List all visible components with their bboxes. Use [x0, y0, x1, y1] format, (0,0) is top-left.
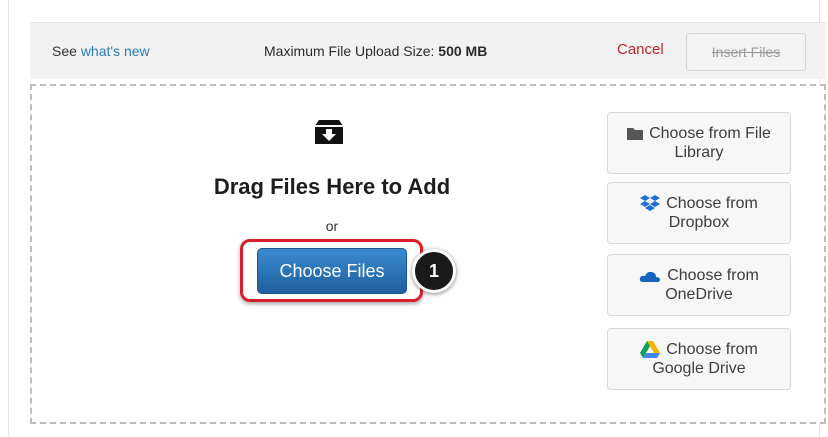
source-label-line1: Choose from [666, 195, 758, 212]
choose-from-file-library-button[interactable]: Choose from File Library [607, 112, 791, 174]
drag-files-title: Drag Files Here to Add [213, 174, 451, 199]
whats-new-text: See what's new [52, 43, 150, 59]
choose-from-onedrive-button[interactable]: Choose from OneDrive [607, 254, 791, 316]
folder-icon [627, 128, 644, 140]
choose-from-google-drive-button[interactable]: Choose from Google Drive [607, 328, 791, 390]
cancel-button[interactable]: Cancel [617, 41, 664, 58]
choose-from-dropbox-button[interactable]: Choose from Dropbox [607, 182, 791, 244]
source-label-line1: Choose from [667, 267, 759, 284]
source-label-line1: Choose from File [649, 125, 771, 142]
upload-toolbar: See what's new Maximum File Upload Size:… [30, 22, 826, 79]
source-label-line2: Dropbox [668, 214, 730, 231]
step-number-badge: 1 [412, 249, 456, 293]
or-separator: or [325, 218, 339, 234]
choose-files-button[interactable]: Choose Files [257, 248, 407, 294]
google-drive-icon [640, 340, 661, 358]
source-label-line2: Google Drive [652, 360, 746, 377]
source-label-line1: Choose from [666, 341, 758, 358]
insert-files-button[interactable]: Insert Files [686, 33, 806, 71]
max-size-value: 500 MB [438, 43, 488, 59]
whats-new-link[interactable]: what's new [81, 43, 150, 59]
max-upload-size: Maximum File Upload Size: 500 MB [264, 43, 487, 59]
dropbox-icon [640, 195, 661, 211]
onedrive-icon [640, 271, 661, 282]
source-label-line2: Library [674, 144, 724, 161]
file-drop-zone[interactable]: Drag Files Here to Add or Choose Files 1… [30, 84, 826, 424]
download-box-icon [315, 120, 343, 144]
source-label-line2: OneDrive [665, 286, 733, 303]
max-size-label: Maximum File Upload Size: [264, 43, 435, 59]
see-prefix: See [52, 43, 77, 59]
